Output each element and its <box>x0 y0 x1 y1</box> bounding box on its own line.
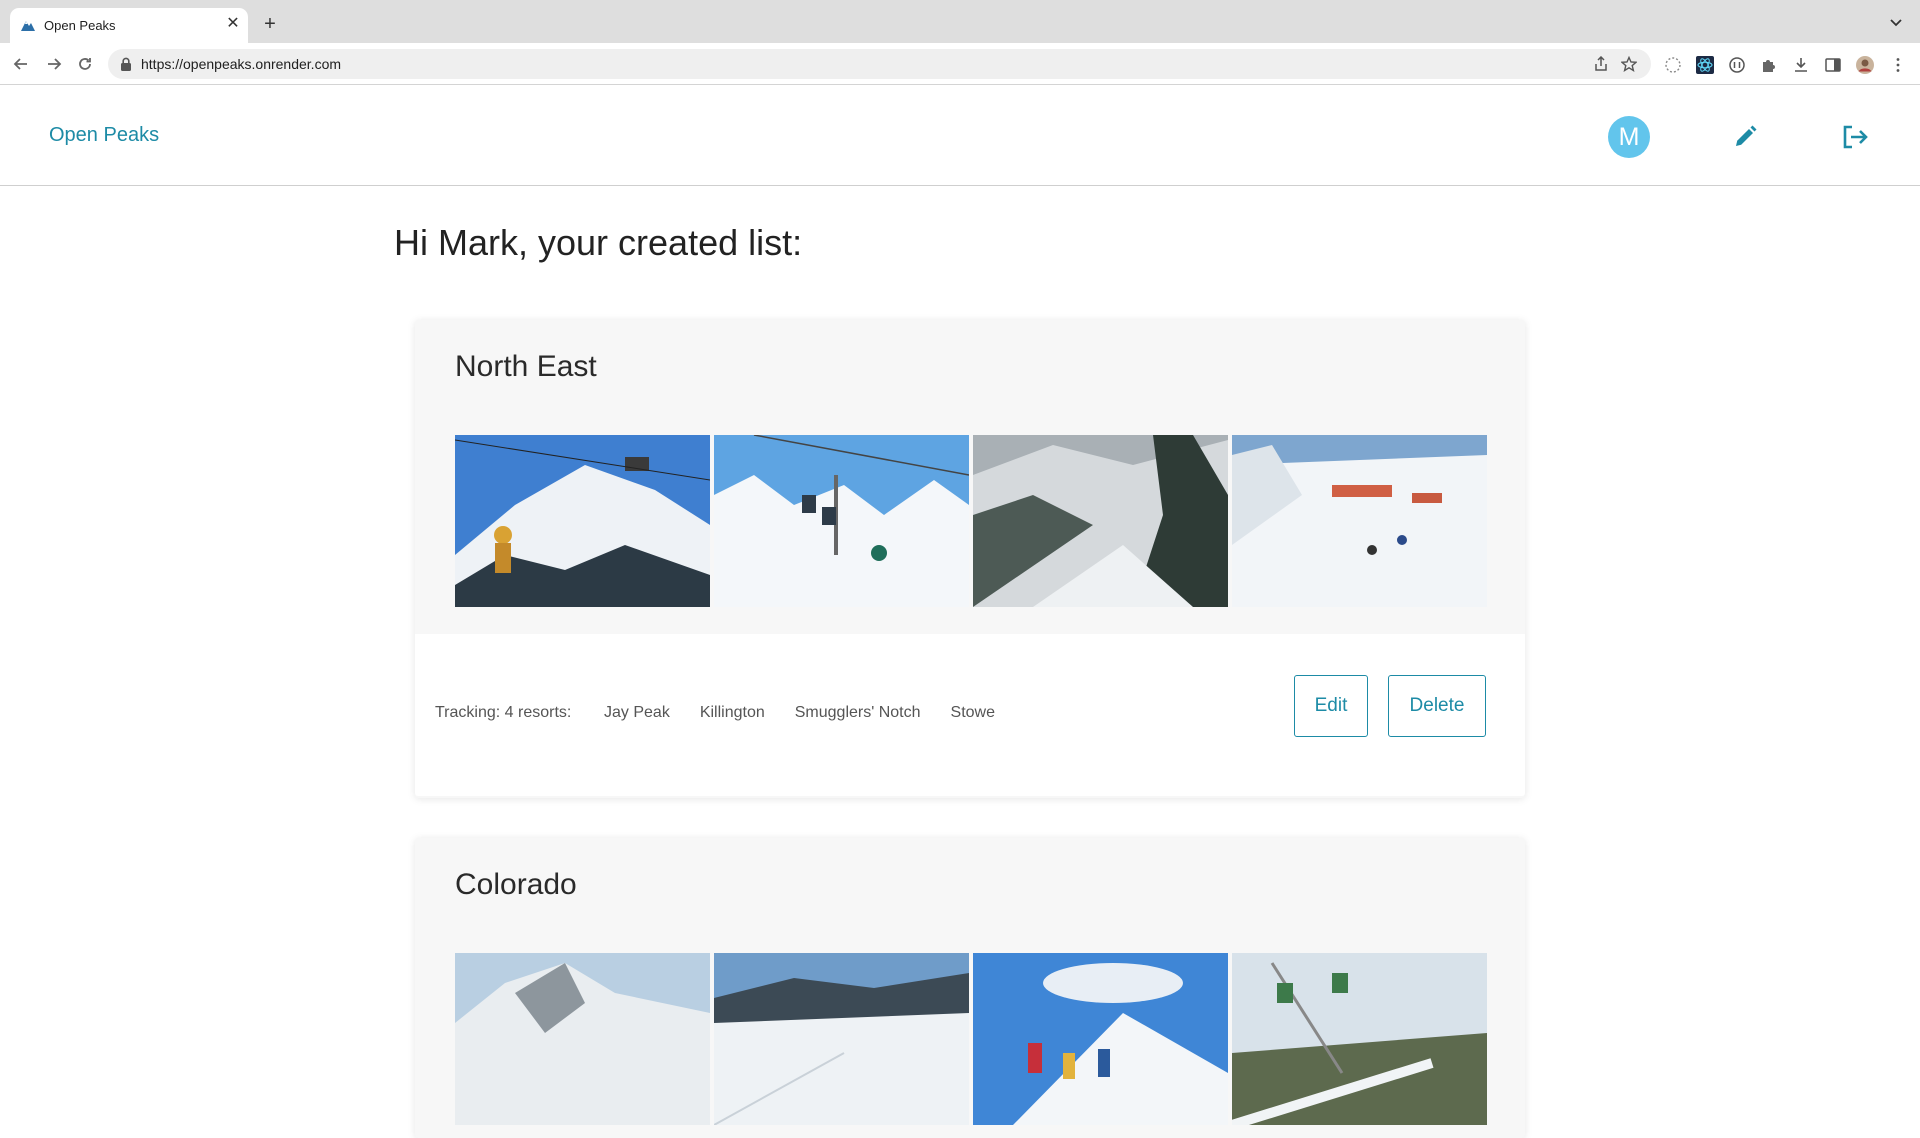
new-tab-plus-icon[interactable]: + <box>260 14 280 34</box>
resort-name: Smugglers' Notch <box>794 704 921 721</box>
resort-photo[interactable] <box>1232 953 1487 1125</box>
browser-tabstrip: Open Peaks ✕ + <box>0 0 1920 43</box>
resort-photo[interactable] <box>455 953 710 1125</box>
page-greeting: Hi Mark, your created list: <box>394 222 803 263</box>
resort-photos <box>455 953 1487 1125</box>
side-panel-icon[interactable] <box>1824 56 1842 74</box>
lock-icon[interactable] <box>120 57 132 71</box>
app-header: Open Peaks M <box>0 86 1920 186</box>
resort-photo-stowe[interactable] <box>1232 435 1487 607</box>
list-title: Colorado <box>455 868 577 901</box>
react-devtools-extension-icon[interactable] <box>1696 56 1714 74</box>
resort-name: Killington <box>699 704 765 721</box>
brand-link[interactable]: Open Peaks <box>49 124 159 147</box>
resort-name: Jay Peak <box>604 704 670 721</box>
resort-list: Jay Peak Killington Smugglers' Notch Sto… <box>604 704 995 722</box>
user-avatar[interactable]: M <box>1608 116 1650 158</box>
logout-icon[interactable] <box>1840 123 1868 151</box>
resort-photos <box>455 435 1487 607</box>
resort-photo-jay-peak[interactable] <box>455 435 710 607</box>
mountain-favicon-icon <box>21 21 35 31</box>
list-card: Colorado <box>415 838 1525 1138</box>
resort-photo[interactable] <box>714 953 969 1125</box>
url-text[interactable]: https://openpeaks.onrender.com <box>141 56 341 72</box>
resort-photo-smugglers-notch[interactable] <box>973 435 1228 607</box>
list-card-footer: Tracking: 4 resorts: Jay Peak Killington… <box>415 634 1525 796</box>
list-card: North East Tracking: 4 resorts: Jay Peak… <box>415 320 1525 798</box>
forward-arrow-icon[interactable] <box>43 53 65 75</box>
browser-toolbar: https://openpeaks.onrender.com <box>0 43 1920 85</box>
resort-name: Stowe <box>950 704 995 721</box>
resort-photo-killington[interactable] <box>714 435 969 607</box>
extension-dots-icon[interactable] <box>1664 56 1682 74</box>
share-icon[interactable] <box>1593 56 1609 72</box>
tab-close-icon[interactable]: ✕ <box>224 15 242 33</box>
browser-menu-kebab-icon[interactable] <box>1889 56 1907 74</box>
browser-tab[interactable]: Open Peaks ✕ <box>10 8 248 43</box>
tab-title: Open Peaks <box>44 18 116 33</box>
back-arrow-icon[interactable] <box>10 53 32 75</box>
tracking-label: Tracking: 4 resorts: <box>435 704 572 721</box>
puzzle-extensions-icon[interactable] <box>1760 56 1778 74</box>
reload-icon[interactable] <box>74 53 96 75</box>
pencil-edit-icon[interactable] <box>1731 123 1759 151</box>
edit-button[interactable]: Edit <box>1294 675 1368 737</box>
delete-button[interactable]: Delete <box>1388 675 1486 737</box>
download-icon[interactable] <box>1792 56 1810 74</box>
tab-search-chevron-icon[interactable] <box>1889 16 1903 30</box>
bookmark-star-icon[interactable] <box>1621 56 1637 72</box>
resort-photo[interactable] <box>973 953 1228 1125</box>
list-title: North East <box>455 350 597 383</box>
address-bar[interactable]: https://openpeaks.onrender.com <box>108 49 1651 79</box>
circle-extension-icon[interactable] <box>1728 56 1746 74</box>
profile-avatar-icon[interactable] <box>1856 56 1874 74</box>
